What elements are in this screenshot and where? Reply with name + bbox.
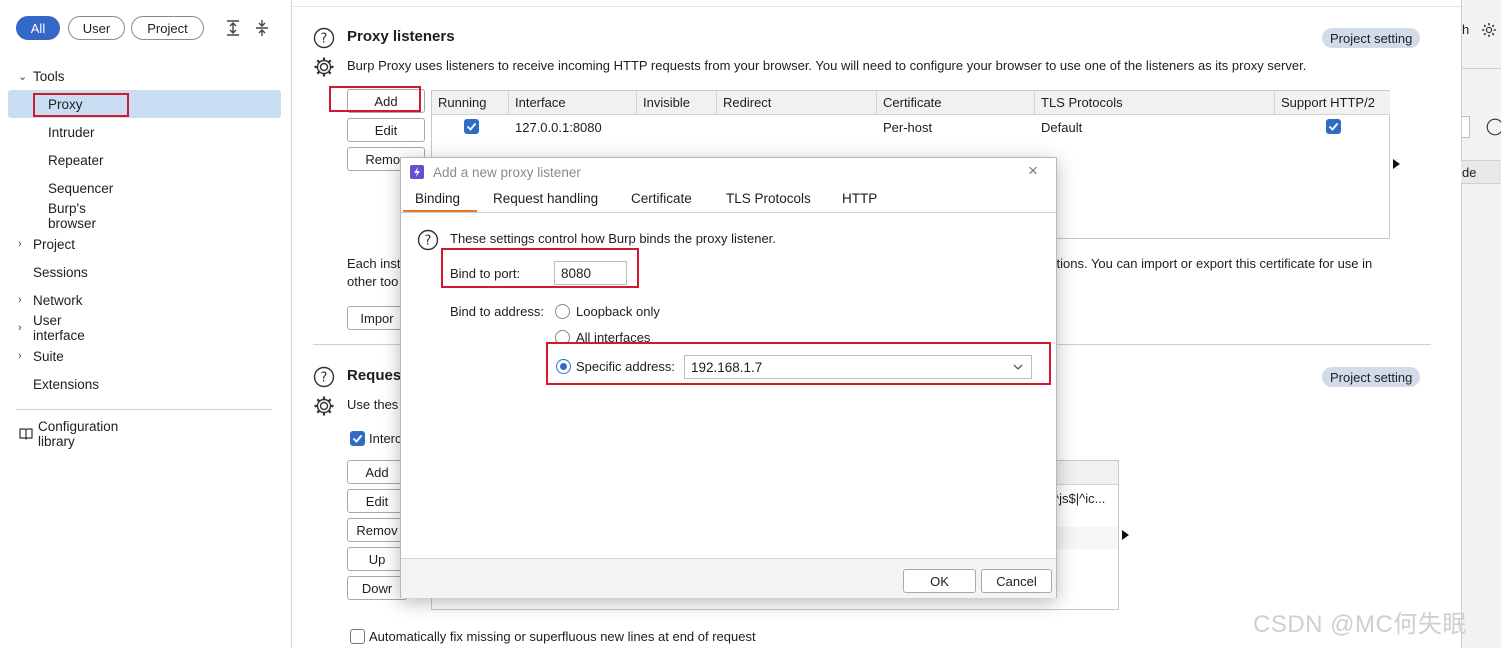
- binding-info-text: These settings control how Burp binds th…: [450, 231, 776, 246]
- column-header[interactable]: Interface: [509, 91, 637, 115]
- auto-fix-newlines-checkbox[interactable]: [350, 629, 365, 644]
- adjacent-window-strip: h de: [1461, 0, 1501, 648]
- chevron-down-icon: [1013, 364, 1023, 370]
- tab-tls-protocols[interactable]: TLS Protocols: [726, 191, 811, 206]
- project-setting-badge: Project setting: [1322, 28, 1421, 48]
- request-interception-description: Use thes: [347, 397, 399, 412]
- move-down-button[interactable]: Dowr: [347, 576, 407, 600]
- add-proxy-listener-dialog: Add a new proxy listener × Binding Reque…: [400, 157, 1057, 598]
- svg-text:?: ?: [425, 234, 432, 249]
- gear-icon[interactable]: [1481, 22, 1497, 38]
- strip-text: de: [1462, 165, 1477, 180]
- ok-button[interactable]: OK: [903, 569, 976, 593]
- column-header[interactable]: Invisible: [637, 91, 717, 115]
- chevron-right-icon: ›: [18, 350, 22, 362]
- column-header[interactable]: Running: [432, 91, 509, 115]
- cert-description-right: ctions. You can import or export this ce…: [1050, 256, 1373, 271]
- column-header[interactable]: Redirect: [717, 91, 877, 115]
- strip-input[interactable]: [1462, 116, 1470, 138]
- add-rule-button[interactable]: Add: [347, 460, 407, 484]
- add-highlight-box: [329, 86, 421, 112]
- binding-panel: ? These settings control how Burp binds …: [401, 214, 1056, 558]
- chevron-right-icon: ›: [18, 294, 22, 306]
- expand-all-icon[interactable]: [224, 18, 242, 38]
- remove-rule-button[interactable]: Remov: [347, 518, 407, 542]
- tab-http[interactable]: HTTP: [842, 191, 877, 206]
- strip-text: h: [1462, 22, 1470, 37]
- filter-user-button[interactable]: User: [68, 16, 125, 40]
- collapse-all-icon[interactable]: [253, 18, 271, 38]
- chevron-right-icon: ›: [18, 322, 22, 334]
- help-icon[interactable]: [1486, 117, 1501, 137]
- proxy-listeners-description: Burp Proxy uses listeners to receive inc…: [347, 58, 1307, 73]
- loopback-label: Loopback only: [576, 304, 660, 319]
- sidebar-divider: [16, 409, 272, 410]
- dialog-title: Add a new proxy listener: [433, 165, 581, 180]
- tab-request-handling[interactable]: Request handling: [493, 191, 598, 206]
- help-icon[interactable]: ?: [417, 229, 439, 251]
- column-header[interactable]: Support HTTP/2: [1275, 91, 1390, 115]
- port-highlight-box: [441, 248, 639, 288]
- specific-address-select[interactable]: 192.168.1.7: [684, 355, 1032, 379]
- project-setting-badge: Project setting: [1322, 367, 1421, 387]
- proxy-listeners-title: Proxy listeners: [347, 28, 455, 45]
- running-checkbox[interactable]: [464, 119, 479, 134]
- book-icon: [19, 428, 33, 440]
- certificate-cell: Per-host: [883, 119, 933, 135]
- intercept-requests-label: Interc: [369, 431, 402, 446]
- settings-sidebar: All User Project ⌄ Tools Proxy Intruder …: [0, 0, 292, 648]
- burp-logo-icon: [410, 165, 424, 179]
- chevron-right-icon: ›: [18, 238, 22, 250]
- chevron-down-icon: ⌄: [18, 70, 28, 83]
- tab-binding[interactable]: Binding: [415, 191, 460, 206]
- filter-all-button[interactable]: All: [16, 16, 60, 40]
- edit-rule-button[interactable]: Edit: [347, 489, 407, 513]
- cert-description-left-1: Each inst: [347, 256, 401, 271]
- svg-text:?: ?: [321, 371, 328, 386]
- interface-cell: 127.0.0.1:8080: [515, 119, 602, 135]
- active-tab-underline: [403, 210, 477, 212]
- auto-fix-newlines-label: Automatically fix missing or superfluous…: [369, 629, 756, 644]
- proxy-highlight-box: [33, 93, 129, 117]
- table-expand-arrow-icon[interactable]: [1393, 159, 1400, 169]
- tls-cell: Default: [1041, 119, 1083, 135]
- close-icon[interactable]: ×: [1028, 161, 1038, 181]
- address-label: Bind to address:: [450, 304, 544, 319]
- table-expand-arrow-icon[interactable]: [1122, 530, 1129, 540]
- filter-project-button[interactable]: Project: [131, 16, 204, 40]
- loopback-radio[interactable]: [555, 304, 570, 319]
- http2-checkbox[interactable]: [1326, 119, 1341, 134]
- move-up-button[interactable]: Up: [347, 547, 407, 571]
- edit-listener-button[interactable]: Edit: [347, 118, 425, 142]
- intercept-requests-checkbox[interactable]: [350, 431, 365, 446]
- dialog-footer: OK Cancel: [401, 558, 1056, 598]
- request-interception-title: Reques: [347, 367, 402, 384]
- cert-description-left-2: other too: [347, 274, 399, 289]
- tab-certificate[interactable]: Certificate: [631, 191, 692, 206]
- specific-address-radio[interactable]: [556, 359, 571, 374]
- help-icon[interactable]: ?: [313, 366, 335, 388]
- column-header[interactable]: TLS Protocols: [1035, 91, 1275, 115]
- gear-icon[interactable]: [313, 56, 335, 78]
- strip-divider: [1461, 68, 1501, 69]
- watermark: CSDN @MC何失眠: [1253, 611, 1467, 638]
- gear-icon[interactable]: [313, 395, 335, 417]
- import-export-button[interactable]: Impor: [347, 306, 407, 330]
- top-divider: [293, 6, 1461, 7]
- cancel-button[interactable]: Cancel: [981, 569, 1052, 593]
- dialog-tabs: Binding Request handling Certificate TLS…: [401, 188, 1056, 213]
- column-header[interactable]: Certificate: [877, 91, 1035, 115]
- specific-address-label: Specific address:: [576, 359, 675, 374]
- svg-text:?: ?: [321, 32, 328, 47]
- help-icon[interactable]: ?: [313, 27, 335, 49]
